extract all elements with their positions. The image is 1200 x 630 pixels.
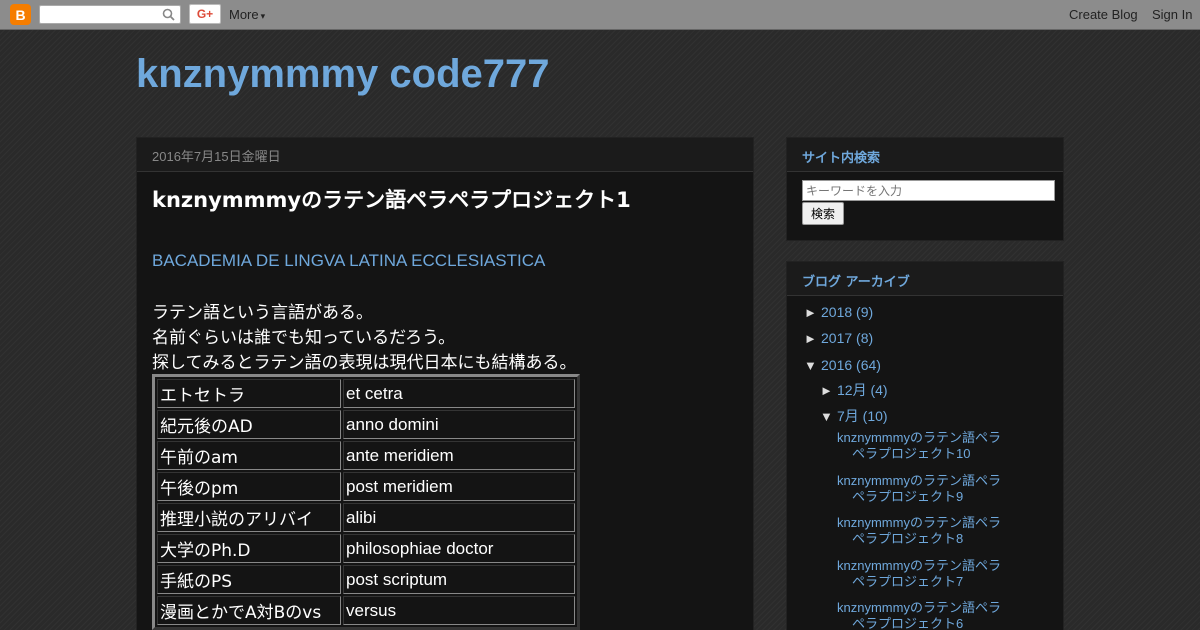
table-row: 紀元後のAD anno domini	[157, 410, 575, 439]
archive-post-link[interactable]: knznymmmyのラテン語ペラペラプロジェクト10	[837, 430, 1012, 462]
expand-toggle-icon[interactable]: ►	[804, 331, 817, 346]
archive-post-link[interactable]: knznymmmyのラテン語ペラペラプロジェクト8	[837, 515, 1012, 547]
archive-year-label[interactable]: 2017 (8)	[821, 330, 873, 346]
table-row: 漫画とかでA対Bのvs versus	[157, 596, 575, 625]
table-cell-latin: ante meridiem	[343, 441, 575, 470]
site-search-widget: サイト内検索 検索	[786, 137, 1064, 241]
post-line: 探してみるとラテン語の表現は現代日本にも結構ある。	[152, 353, 577, 373]
post-title[interactable]: knznymmmyのラテン語ペラペラプロジェクト1	[152, 184, 631, 214]
table-cell-latin: anno domini	[343, 410, 575, 439]
search-button[interactable]: 検索	[802, 202, 844, 225]
main-post-container: 2016年7月15日金曜日 knznymmmyのラテン語ペラペラプロジェクト1 …	[136, 137, 754, 630]
table-cell-latin: philosophiae doctor	[343, 534, 575, 563]
archive-month-label[interactable]: 12月 (4)	[837, 382, 888, 398]
latin-expressions-table: エトセトラ et cetra 紀元後のAD anno domini 午前のam ant…	[152, 374, 580, 630]
site-search-input[interactable]	[802, 180, 1055, 201]
blog-archive-widget: ブログ アーカイブ ► 2018 (9) ► 2017 (8) ▼ 2016 (64)…	[786, 261, 1064, 630]
collapse-toggle-icon[interactable]: ▼	[820, 409, 833, 424]
table-row: 午後のpm post meridiem	[157, 472, 575, 501]
archive-year-label[interactable]: 2016 (64)	[821, 357, 881, 373]
table-cell-japanese: 紀元後のAD	[157, 410, 341, 439]
google-plus-button[interactable]: G+	[189, 4, 221, 24]
table-cell-japanese: 漫画とかでA対Bのvs	[157, 596, 341, 625]
table-row: 大学のPh.D philosophiae doctor	[157, 534, 575, 563]
post-line: ラテン語という言語がある。	[152, 303, 373, 323]
search-icon[interactable]	[162, 8, 175, 21]
archive-year-2016[interactable]: ▼ 2016 (64)	[804, 357, 881, 373]
table-cell-latin: versus	[343, 596, 575, 625]
table-cell-latin: alibi	[343, 503, 575, 532]
more-label: More	[229, 7, 259, 22]
table-row: 推理小説のアリバイ alibi	[157, 503, 575, 532]
archive-month-december[interactable]: ► 12月 (4)	[820, 380, 888, 400]
table-cell-japanese: 手紙のPS	[157, 565, 341, 594]
archive-post-link[interactable]: knznymmmyのラテン語ペラペラプロジェクト9	[837, 473, 1012, 505]
archive-year-2018[interactable]: ► 2018 (9)	[804, 304, 873, 320]
post-date: 2016年7月15日金曜日	[137, 138, 753, 172]
archive-post-link[interactable]: knznymmmyのラテン語ペラペラプロジェクト7	[837, 558, 1012, 590]
sign-in-link[interactable]: Sign In	[1152, 7, 1192, 22]
table-cell-japanese: 午後のpm	[157, 472, 341, 501]
expand-toggle-icon[interactable]: ►	[804, 305, 817, 320]
blogger-logo-icon[interactable]: B	[10, 4, 31, 25]
table-cell-japanese: 推理小説のアリバイ	[157, 503, 341, 532]
table-cell-japanese: 午前のam	[157, 441, 341, 470]
navbar-search-input[interactable]	[39, 5, 181, 24]
archive-month-label[interactable]: 7月 (10)	[837, 408, 888, 424]
post-body: ラテン語という言語がある。 名前ぐらいは誰でも知っているだろう。 探してみるとラ…	[152, 301, 577, 376]
archive-month-july[interactable]: ▼ 7月 (10)	[820, 406, 888, 426]
table-cell-japanese: エトセトラ	[157, 379, 341, 408]
blogger-navbar: B G+ More ▾ Create Blog Sign In	[0, 0, 1200, 30]
collapse-toggle-icon[interactable]: ▼	[804, 358, 817, 373]
table-row: エトセトラ et cetra	[157, 379, 575, 408]
archive-year-label[interactable]: 2018 (9)	[821, 304, 873, 320]
table-cell-latin: et cetra	[343, 379, 575, 408]
post-external-link[interactable]: BACADEMIA DE LINGVA LATINA ECCLESIASTICA	[152, 251, 545, 271]
more-menu[interactable]: More ▾	[229, 7, 265, 22]
widget-title: ブログ アーカイブ	[787, 262, 1063, 296]
table-row: 手紙のPS post scriptum	[157, 565, 575, 594]
create-blog-link[interactable]: Create Blog	[1069, 7, 1138, 22]
archive-year-2017[interactable]: ► 2017 (8)	[804, 330, 873, 346]
widget-title: サイト内検索	[787, 138, 1063, 172]
table-cell-latin: post meridiem	[343, 472, 575, 501]
expand-toggle-icon[interactable]: ►	[820, 383, 833, 398]
archive-post-link[interactable]: knznymmmyのラテン語ペラペラプロジェクト6	[837, 600, 1012, 630]
blog-title[interactable]: knznymmmy code777	[136, 52, 550, 97]
post-line: 名前ぐらいは誰でも知っているだろう。	[152, 328, 456, 348]
table-cell-japanese: 大学のPh.D	[157, 534, 341, 563]
table-row: 午前のam ante meridiem	[157, 441, 575, 470]
caret-down-icon: ▾	[260, 11, 266, 21]
table-cell-latin: post scriptum	[343, 565, 575, 594]
